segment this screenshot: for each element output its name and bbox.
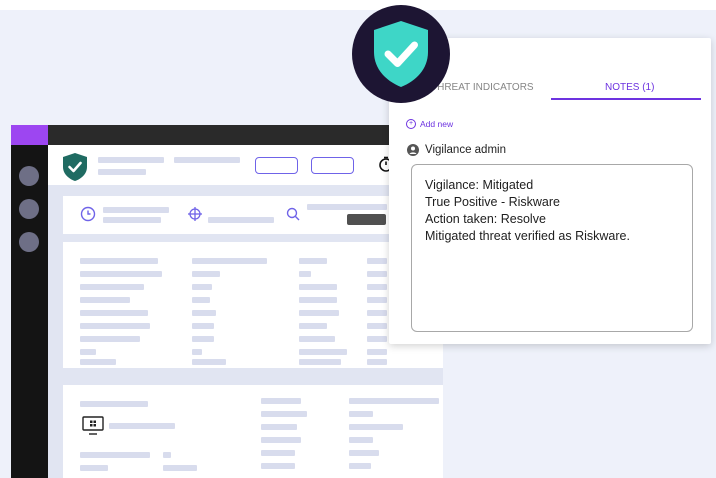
skeleton-line [367,349,387,355]
sidebar-nav-item[interactable] [19,166,39,186]
skeleton-line [261,411,307,417]
skeleton-line [299,323,327,329]
windows-monitor-icon [82,416,104,435]
sidebar-nav-item[interactable] [19,199,39,219]
search-icon [286,207,300,221]
note-author: Vigilance admin [407,144,506,156]
header-button[interactable] [311,157,354,174]
endpoint-card [63,385,443,478]
skeleton-line [367,284,387,290]
skeleton-line [367,359,387,365]
shield-check-icon [374,21,428,87]
skeleton-line [367,271,387,277]
skeleton-line [163,452,171,458]
skeleton-line [261,424,297,430]
note-line: Action taken: Resolve [425,212,546,226]
skeleton-line [192,323,214,329]
top-band [0,0,716,10]
add-new-label: Add new [420,119,454,129]
skeleton-line [349,411,373,417]
titlebar-accent [11,125,48,145]
skeleton-line [192,349,202,355]
skeleton-line [192,271,220,277]
skeleton-line [349,450,379,456]
skeleton-line [80,336,140,342]
skeleton-line [299,284,337,290]
skeleton-line [80,258,158,264]
user-circle-icon [407,144,419,156]
skeleton-line [349,437,373,443]
skeleton-line [299,310,339,316]
skeleton-line [80,349,96,355]
details-card [63,242,443,368]
note-textarea[interactable]: Vigilance: Mitigated True Positive - Ris… [411,164,693,332]
skeleton-line [299,297,337,303]
skeleton-line [307,204,387,210]
skeleton-line [80,465,108,471]
skeleton-line [349,424,403,430]
action-button[interactable] [347,214,386,225]
skeleton-line [163,465,197,471]
author-name: Vigilance admin [425,144,506,156]
summary-card [63,196,443,234]
skeleton-line [80,271,162,277]
skeleton-line [367,310,387,316]
skeleton-line [80,284,144,290]
crosshair-icon [188,207,202,221]
skeleton-line [98,157,164,163]
clock-icon [80,206,96,222]
skeleton-line [80,323,150,329]
skeleton-line [103,207,169,213]
skeleton-line [367,323,387,329]
skeleton-line [80,359,116,365]
skeleton-line [192,284,212,290]
shield-check-icon [63,153,87,181]
note-line: True Positive - Riskware [425,195,560,209]
skeleton-line [367,258,387,264]
skeleton-line [192,359,226,365]
skeleton-line [80,297,130,303]
sidebar-nav-item[interactable] [19,232,39,252]
skeleton-line [299,359,341,365]
skeleton-line [261,398,301,404]
note-line: Mitigated threat verified as Riskware. [425,229,630,243]
tab-threat-indicators[interactable]: THREAT INDICATORS [431,82,534,93]
skeleton-line [261,450,295,456]
skeleton-line [299,258,327,264]
skeleton-line [192,336,214,342]
tab-notes[interactable]: NOTES (1) [605,82,654,93]
skeleton-line [299,349,347,355]
skeleton-line [80,452,150,458]
skeleton-line [174,157,240,163]
skeleton-line [261,437,301,443]
skeleton-line [299,336,335,342]
note-line: Vigilance: Mitigated [425,178,534,192]
skeleton-line [299,271,311,277]
skeleton-line [349,398,439,404]
shield-badge [352,5,450,103]
skeleton-line [98,169,146,175]
skeleton-line [367,336,387,342]
skeleton-line [192,258,267,264]
skeleton-line [261,463,295,469]
plus-circle-icon: + [406,119,416,129]
active-tab-underline [551,98,701,100]
skeleton-line [109,423,175,429]
skeleton-line [103,217,161,223]
skeleton-line [80,310,148,316]
skeleton-line [192,297,210,303]
skeleton-line [208,217,274,223]
skeleton-line [192,310,216,316]
skeleton-line [80,401,148,407]
skeleton-line [367,297,387,303]
add-new-link[interactable]: + Add new [406,119,453,129]
skeleton-line [349,463,371,469]
app-sidebar [11,145,48,478]
header-button[interactable] [255,157,298,174]
